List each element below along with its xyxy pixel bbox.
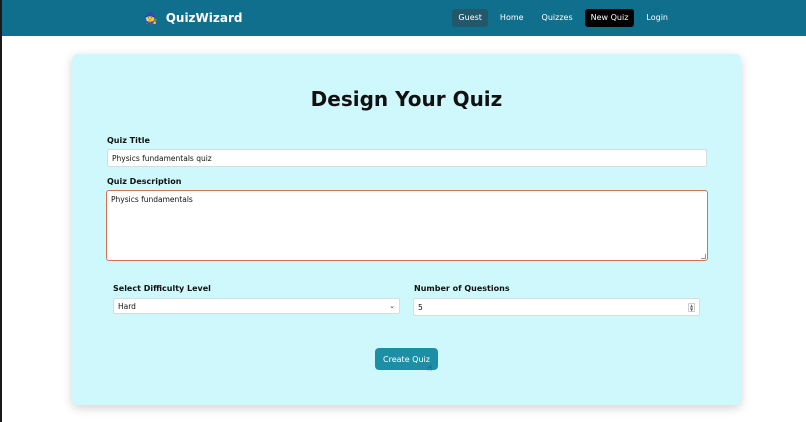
brand-name: QuizWizard (165, 11, 243, 25)
resize-grip-icon[interactable] (701, 254, 706, 259)
question-count-label: Number of Questions (414, 284, 510, 293)
quiz-title-value: Physics fundamentals quiz (112, 153, 212, 163)
nav-new-quiz-link[interactable]: New Quiz (584, 9, 635, 27)
quiz-description-textarea[interactable]: Physics fundamentals (106, 190, 708, 261)
page-title: Design Your Quiz (310, 87, 503, 111)
quiz-description-label: Quiz Description (107, 177, 182, 186)
top-navbar: 🧙 QuizWizard Guest Home Quizzes New Quiz… (2, 0, 806, 36)
nav-login-link[interactable]: Login (640, 9, 674, 27)
nav-guest-badge: Guest (452, 9, 488, 27)
brand[interactable]: 🧙 QuizWizard (144, 0, 242, 36)
quiz-form-card: Design Your Quiz Quiz Title Physics fund… (72, 54, 741, 405)
nav-home-link[interactable]: Home (494, 9, 530, 27)
nav-links: Guest Home Quizzes New Quiz Login (452, 0, 674, 36)
quiz-description-value: Physics fundamentals (111, 195, 193, 204)
hand-cursor-icon: ☝ (427, 364, 433, 374)
quiz-title-input[interactable]: Physics fundamentals quiz (107, 149, 707, 167)
difficulty-value: Hard (118, 301, 136, 311)
nav-quizzes-link[interactable]: Quizzes (536, 9, 579, 27)
number-spinner-icon[interactable]: ▲ ▼ (688, 303, 695, 312)
wizard-icon: 🧙 (144, 11, 158, 25)
chevron-down-icon: ⌄ (389, 302, 395, 310)
difficulty-select[interactable]: Hard ⌄ (113, 298, 400, 314)
question-count-input[interactable]: 5 ▲ ▼ (413, 298, 700, 316)
difficulty-label: Select Difficulty Level (113, 284, 211, 293)
quiz-title-label: Quiz Title (107, 136, 150, 145)
question-count-value: 5 (418, 302, 423, 312)
